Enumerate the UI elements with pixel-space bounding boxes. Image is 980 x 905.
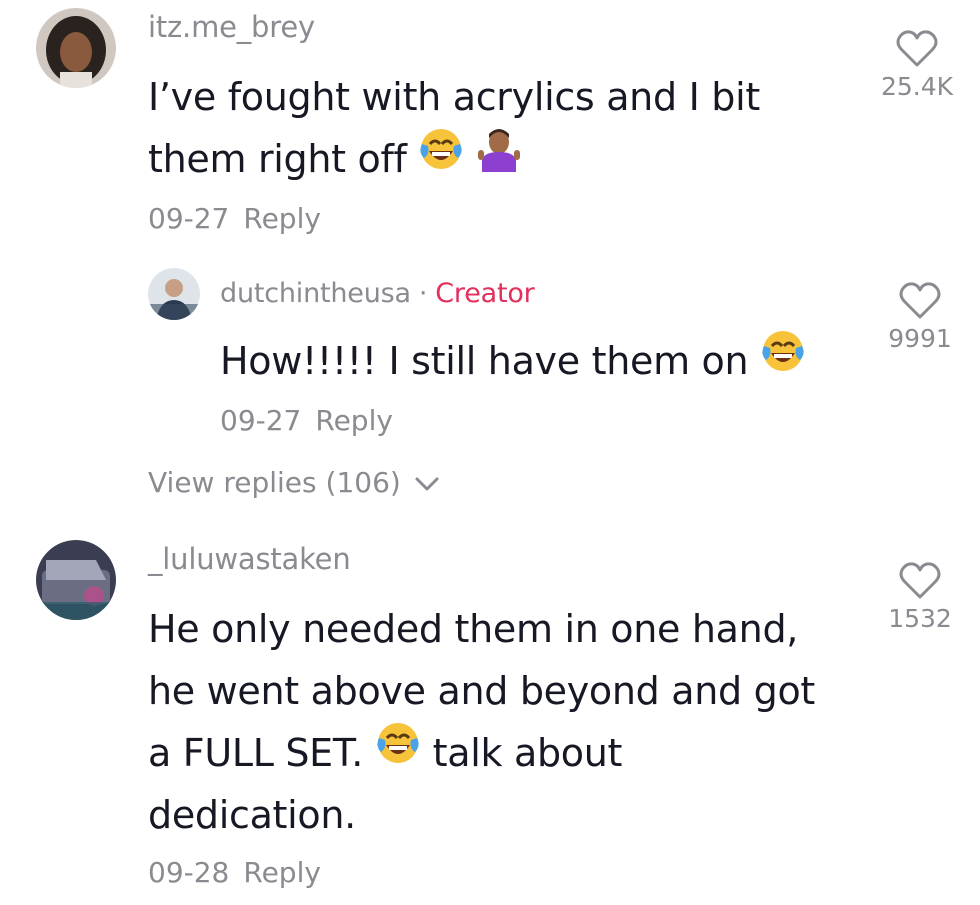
comment-text-segment: talk about xyxy=(432,731,623,775)
comment-text-line: them right off xyxy=(148,128,848,190)
comment-text: He only needed them in one hand, he went… xyxy=(148,598,853,846)
comment-text-line: a FULL SET. talk about xyxy=(148,722,853,784)
reply-button[interactable]: Reply xyxy=(243,856,321,889)
reply-button[interactable]: Reply xyxy=(243,202,321,235)
heart-icon[interactable] xyxy=(899,562,941,600)
like-count: 9991 xyxy=(888,324,952,353)
like-count: 1532 xyxy=(888,604,952,633)
comment-username[interactable]: _luluwastaken xyxy=(148,542,351,576)
comment-text-segment: How!!!!! I still have them on xyxy=(220,339,749,383)
comment-text-line: he went above and beyond and got xyxy=(148,669,815,713)
like-group: 9991 xyxy=(865,282,975,353)
comment-text-segment: them right off xyxy=(148,137,407,181)
heart-icon[interactable] xyxy=(899,282,941,320)
comment-text: How!!!!! I still have them on xyxy=(220,330,840,392)
like-group: 1532 xyxy=(865,562,975,633)
comment-date: 09-28 xyxy=(148,856,230,889)
comment-meta: 09-28 Reply xyxy=(148,856,321,889)
comment-date: 09-27 xyxy=(148,202,230,235)
creator-badge: Creator xyxy=(435,278,535,309)
comment-text-line: I’ve fought with acrylics and I bit xyxy=(148,75,760,119)
view-replies-button[interactable]: View replies (106) xyxy=(148,466,440,499)
comment-text: I’ve fought with acrylics and I bit them… xyxy=(148,66,848,190)
avatar[interactable] xyxy=(36,8,116,88)
comment-text-line: He only needed them in one hand, xyxy=(148,607,799,651)
comment-username[interactable]: itz.me_brey xyxy=(148,10,315,44)
avatar[interactable] xyxy=(36,540,116,620)
chevron-down-icon xyxy=(415,477,439,491)
reply-button[interactable]: Reply xyxy=(315,404,393,437)
face-with-tears-of-joy-icon xyxy=(760,328,806,392)
comment-text-line: dedication. xyxy=(148,793,356,837)
comment-meta: 09-27 Reply xyxy=(220,404,393,437)
person-shrugging-icon xyxy=(476,126,522,190)
face-with-tears-of-joy-icon xyxy=(418,126,464,190)
comment-text-segment: a FULL SET. xyxy=(148,731,364,775)
heart-icon[interactable] xyxy=(896,30,938,68)
comment-meta: 09-27 Reply xyxy=(148,202,321,235)
like-count: 25.4K xyxy=(880,72,954,101)
separator-dot: · xyxy=(418,278,428,309)
comment-username[interactable]: dutchintheusa xyxy=(220,278,411,309)
comment-username-row: dutchintheusa · Creator xyxy=(220,278,535,309)
face-with-tears-of-joy-icon xyxy=(375,720,421,784)
view-replies-label: View replies (106) xyxy=(148,466,401,499)
avatar[interactable] xyxy=(148,268,200,320)
like-group: 25.4K xyxy=(862,30,972,101)
comment-date: 09-27 xyxy=(220,404,302,437)
